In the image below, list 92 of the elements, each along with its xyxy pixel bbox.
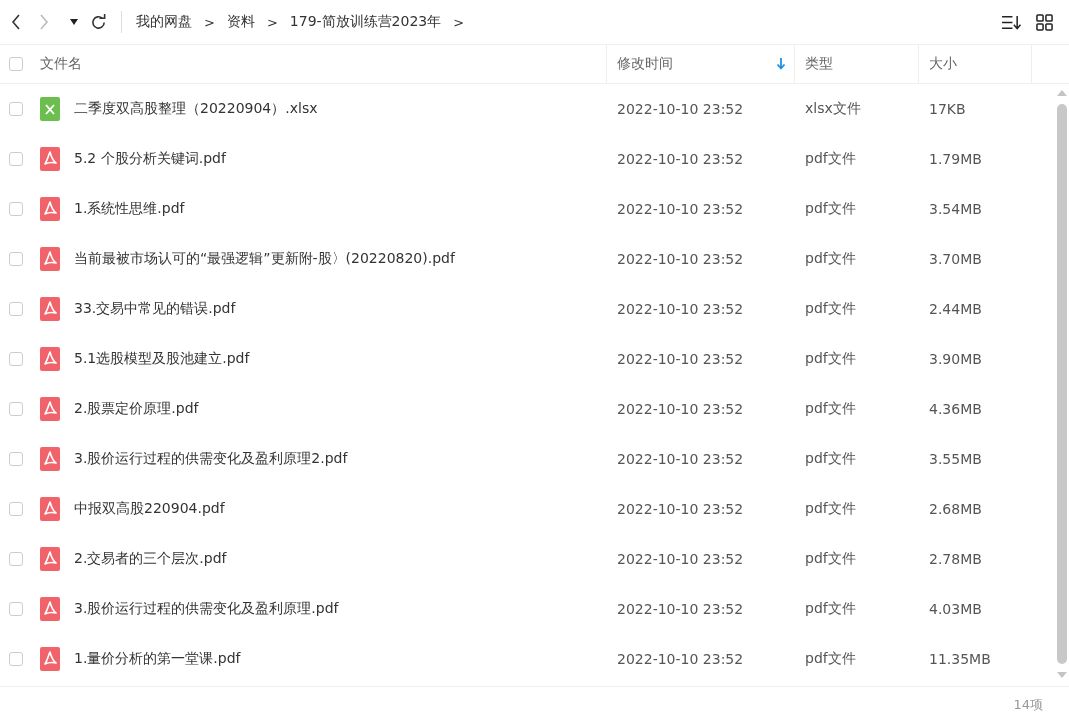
pdf-file-icon [40,197,60,221]
file-size: 3.90MB [929,351,982,367]
modified-date: 2022-10-10 23:52 [617,351,744,367]
item-count: 14项 [1013,696,1043,714]
file-name[interactable]: 中报双高股220904.pdf [74,500,225,518]
file-type: pdf文件 [805,250,856,268]
breadcrumb-separator: > [266,14,278,30]
breadcrumb-link[interactable]: 我的网盘 [136,13,192,31]
file-size: 1.79MB [929,151,982,167]
modified-date: 2022-10-10 23:52 [617,501,744,517]
row-checkbox[interactable] [9,152,23,166]
file-type: pdf文件 [805,200,856,218]
file-type: pdf文件 [805,450,856,468]
file-name[interactable]: 5.1选股模型及股池建立.pdf [74,350,250,368]
row-checkbox[interactable] [9,502,23,516]
column-header[interactable]: 文件名 [30,45,607,83]
file-name[interactable]: 二季度双高股整理（20220904）.xlsx [74,100,318,118]
row-checkbox[interactable] [9,602,23,616]
row-checkbox[interactable] [9,352,23,366]
modified-date: 2022-10-10 23:52 [617,301,744,317]
file-name[interactable]: 1.量价分析的第一堂课.pdf [74,650,241,668]
row-checkbox[interactable] [9,652,23,666]
file-size: 2.68MB [929,501,982,517]
modified-date: 2022-10-10 23:52 [617,251,744,267]
file-size: 4.36MB [929,401,982,417]
file-size: 3.55MB [929,451,982,467]
pdf-file-icon [40,247,60,271]
pdf-file-icon [40,597,60,621]
file-name[interactable]: 当前最被市场认可的“最强逻辑”更新附-股〉(20220820).pdf [74,250,455,268]
file-size: 3.70MB [929,251,982,267]
forward-icon[interactable] [38,13,50,31]
row-checkbox[interactable] [9,452,23,466]
file-type: pdf文件 [805,300,856,318]
modified-date: 2022-10-10 23:52 [617,151,744,167]
pdf-file-icon [40,397,60,421]
column-header[interactable]: 修改时间 [607,45,795,83]
file-type: pdf文件 [805,650,856,668]
modified-date: 2022-10-10 23:52 [617,551,744,567]
row-checkbox[interactable] [9,402,23,416]
file-type: pdf文件 [805,550,856,568]
file-size: 11.35MB [929,651,991,667]
file-size: 17KB [929,101,966,117]
back-icon[interactable] [10,13,22,31]
modified-date: 2022-10-10 23:52 [617,601,744,617]
file-name[interactable]: 1.系统性思维.pdf [74,200,185,218]
file-type: xlsx文件 [805,100,861,118]
scroll-up-icon[interactable] [1057,90,1067,96]
file-name[interactable]: 33.交易中常见的错误.pdf [74,300,236,318]
modified-date: 2022-10-10 23:52 [617,651,744,667]
column-header[interactable]: 类型 [795,45,919,83]
row-checkbox[interactable] [9,552,23,566]
file-type: pdf文件 [805,400,856,418]
caret-icon[interactable] [70,19,78,25]
pdf-file-icon [40,497,60,521]
row-checkbox[interactable] [9,252,23,266]
file-size: 4.03MB [929,601,982,617]
file-type: pdf文件 [805,350,856,368]
modified-date: 2022-10-10 23:52 [617,451,744,467]
modified-date: 2022-10-10 23:52 [617,101,744,117]
file-type: pdf文件 [805,150,856,168]
grid-view-icon[interactable] [1036,13,1053,31]
modified-date: 2022-10-10 23:52 [617,401,744,417]
select-all-checkbox[interactable] [9,57,23,71]
column-header[interactable]: 大小 [919,45,1032,83]
pdf-file-icon [40,447,60,471]
pdf-file-icon [40,647,60,671]
modified-date: 2022-10-10 23:52 [617,201,744,217]
pdf-file-icon [40,297,60,321]
file-size: 2.78MB [929,551,982,567]
breadcrumb-separator: > [453,14,465,30]
row-checkbox[interactable] [9,102,23,116]
spreadsheet-file-icon [40,97,60,121]
pdf-file-icon [40,347,60,371]
file-type: pdf文件 [805,600,856,618]
breadcrumb-link[interactable]: 179-简放训练营2023年 [289,13,442,31]
file-name[interactable]: 3.股价运行过程的供需变化及盈利原理2.pdf [74,450,348,468]
file-name[interactable]: 2.交易者的三个层次.pdf [74,550,227,568]
breadcrumb-separator: > [204,14,215,30]
refresh-icon[interactable] [90,13,107,31]
file-size: 3.54MB [929,201,982,217]
file-name[interactable]: 3.股价运行过程的供需变化及盈利原理.pdf [74,600,339,618]
row-checkbox[interactable] [9,302,23,316]
file-type: pdf文件 [805,500,856,518]
file-size: 2.44MB [929,301,982,317]
pdf-file-icon [40,147,60,171]
file-name[interactable]: 5.2 个股分析关键词.pdf [74,150,226,168]
sort-icon[interactable] [1001,13,1022,31]
scroll-down-icon[interactable] [1057,672,1067,678]
row-checkbox[interactable] [9,202,23,216]
breadcrumb-link[interactable]: 资料 [226,13,255,31]
pdf-file-icon [40,547,60,571]
file-name[interactable]: 2.股票定价原理.pdf [74,400,199,418]
